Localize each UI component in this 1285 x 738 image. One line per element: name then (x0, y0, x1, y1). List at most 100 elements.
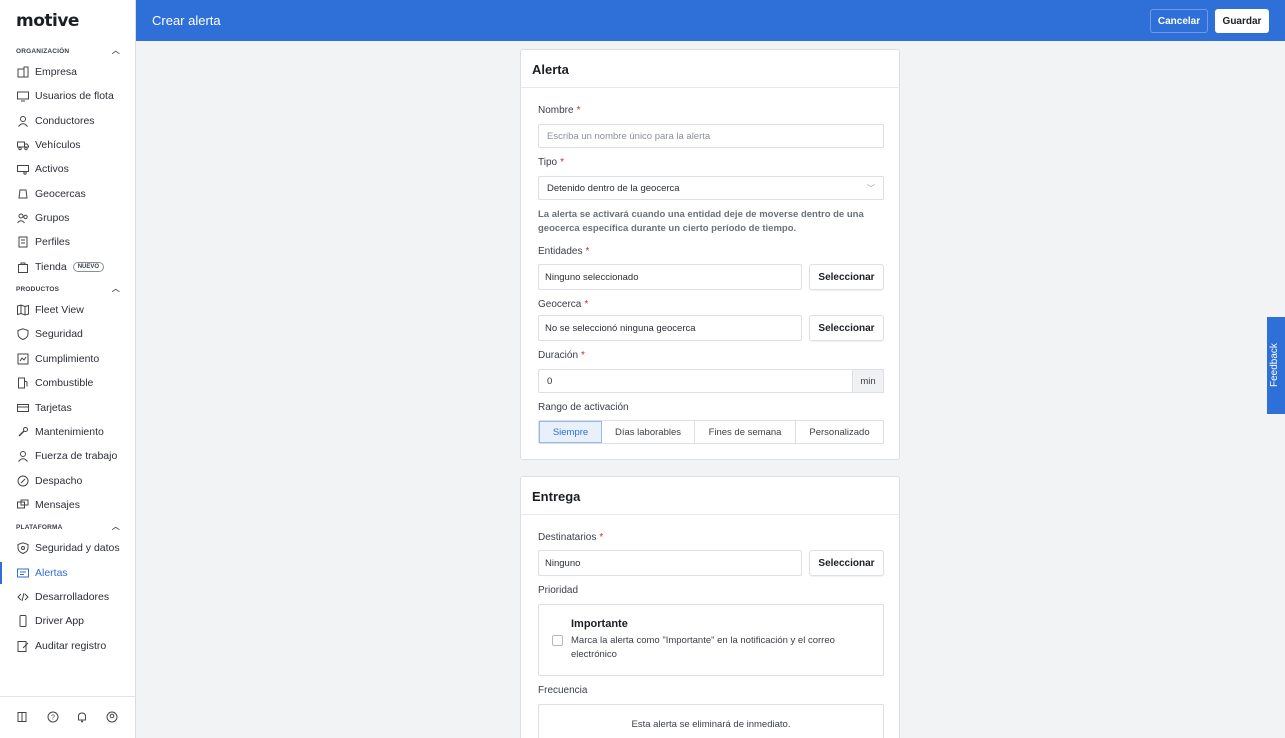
sidebar-item-desarrolladores[interactable]: Desarrolladores (0, 586, 135, 608)
sidebar-item-vehiculos[interactable]: Vehículos (0, 134, 135, 156)
duration-unit: min (852, 369, 884, 393)
sidebar-item-tienda[interactable]: Tienda NUEVO (0, 256, 135, 278)
sidebar-item-fuerza-trabajo[interactable]: Fuerza de trabajo (0, 445, 135, 467)
sidebar-item-alertas[interactable]: Alertas (0, 562, 135, 584)
range-option-fines-semana[interactable]: Fines de semana (695, 421, 796, 443)
sidebar-item-perfiles[interactable]: Perfiles (0, 231, 135, 253)
group-icon (17, 212, 29, 224)
sidebar-item-mantenimiento[interactable]: Mantenimiento (0, 421, 135, 443)
sidebar-item-label: Cumplimiento (35, 353, 100, 365)
priority-label: Prioridad (538, 585, 579, 596)
map-icon (17, 304, 29, 316)
sidebar-item-driver-app[interactable]: Driver App (0, 610, 135, 632)
range-option-dias-laborables[interactable]: Días laborables (602, 421, 695, 443)
sidebar-item-seguridad-datos[interactable]: Seguridad y datos (0, 537, 135, 559)
save-button[interactable]: Guardar (1215, 9, 1269, 33)
type-select[interactable]: Detenido dentro de la geocerca ﹀ (538, 176, 884, 200)
name-input[interactable]: Escriba un nombre único para la alerta (538, 124, 884, 148)
sidebar-item-geocercas[interactable]: Geocercas (0, 183, 135, 205)
sidebar-item-cumplimiento[interactable]: Cumplimiento (0, 348, 135, 370)
sidebar-item-label: Usuarios de flota (35, 90, 114, 102)
sidebar-item-label: Tarjetas (35, 402, 72, 414)
svg-text:?: ? (51, 715, 55, 722)
feedback-label: Feedback (1269, 343, 1280, 387)
important-description: Marca la alerta como "Importante" en la … (571, 635, 835, 660)
select-recipients-button[interactable]: Seleccionar (809, 550, 884, 576)
range-option-personalizado[interactable]: Personalizado (796, 421, 883, 443)
sidebar-item-grupos[interactable]: Grupos (0, 207, 135, 229)
important-title: Importante (571, 618, 628, 630)
priority-box: Importante Marca la alerta como "Importa… (538, 604, 884, 676)
sidebar-item-combustible[interactable]: Combustible (0, 372, 135, 394)
geofence-label: Geocerca * (538, 299, 589, 310)
sidebar-item-tarjetas[interactable]: Tarjetas (0, 397, 135, 419)
sidebar: motive ORGANIZACIÓN ︿ PRODUCTOS ︿ PLATAFOR… (0, 0, 136, 738)
sidebar-item-label: Desarrolladores (35, 591, 110, 603)
sidebar-item-mensajes[interactable]: Mensajes (0, 494, 135, 516)
account-icon[interactable] (106, 711, 118, 723)
geofence-field: No se seleccionó ninguna geocerca (538, 315, 802, 341)
shield-lock-icon (17, 542, 29, 554)
range-option-siempre[interactable]: Siempre (539, 421, 602, 443)
sidebar-item-label: Fuerza de trabajo (35, 450, 118, 462)
truck-icon (17, 139, 29, 151)
important-checkbox[interactable] (552, 635, 563, 646)
select-entities-button[interactable]: Seleccionar (809, 264, 884, 290)
section-plataforma[interactable]: PLATAFORMA ︿ (16, 522, 120, 531)
sidebar-item-label: Mensajes (35, 499, 80, 511)
sidebar-item-despacho[interactable]: Despacho (0, 470, 135, 492)
bell-icon[interactable] (76, 711, 88, 723)
shopping-bag-icon (17, 261, 29, 273)
sidebar-item-usuarios[interactable]: Usuarios de flota (0, 85, 135, 107)
chevron-up-icon: ︿ (111, 284, 120, 293)
duration-input[interactable]: 0 min (538, 369, 884, 393)
cancel-button[interactable]: Cancelar (1150, 9, 1208, 33)
sidebar-item-empresa[interactable]: Empresa (0, 61, 135, 83)
sidebar-item-label: Seguridad (35, 328, 83, 340)
section-label: PLATAFORMA (16, 524, 63, 531)
sidebar-item-auditar[interactable]: Auditar registro (0, 635, 135, 657)
sidebar-item-label: Alertas (35, 567, 68, 579)
sidebar-item-label: Auditar registro (35, 640, 107, 652)
trailer-icon (17, 163, 29, 175)
person-icon (17, 115, 29, 127)
compliance-icon (17, 353, 29, 365)
type-select-value: Detenido dentro de la geocerca (547, 183, 680, 194)
sidebar-item-fleet-view[interactable]: Fleet View (0, 299, 135, 321)
motive-logo[interactable]: motive (16, 11, 79, 31)
alert-icon (17, 567, 29, 579)
chevron-up-icon: ︿ (111, 522, 120, 531)
worker-icon (17, 450, 29, 462)
select-geofence-button[interactable]: Seleccionar (809, 315, 884, 341)
sidebar-item-label: Geocercas (35, 188, 86, 200)
top-header: Crear alerta (136, 0, 1285, 41)
recipients-label: Destinatarios * (538, 532, 604, 543)
card-title: Alerta (521, 50, 899, 88)
entities-label: Entidades * (538, 246, 590, 257)
sidebar-item-label: Driver App (35, 615, 85, 627)
sidebar-item-label: Tienda (35, 261, 67, 273)
sidebar-item-conductores[interactable]: Conductores (0, 110, 135, 132)
chevron-down-icon: ﹀ (867, 184, 875, 193)
type-label: Tipo * (538, 157, 564, 168)
section-organizacion[interactable]: ORGANIZACIÓN ︿ (16, 46, 120, 55)
fuel-icon (17, 377, 29, 389)
help-icon[interactable]: ? (47, 711, 59, 723)
activation-range-segmented: Siempre Días laborables Fines de semana … (538, 420, 884, 444)
feedback-tab[interactable]: Feedback (1267, 317, 1285, 414)
range-label: Rango de activación (538, 402, 629, 413)
section-label: ORGANIZACIÓN (16, 48, 70, 55)
library-icon[interactable] (17, 711, 29, 723)
sidebar-item-seguridad[interactable]: Seguridad (0, 323, 135, 345)
sidebar-item-activos[interactable]: Activos (0, 158, 135, 180)
alert-card: Alerta Nombre * Escriba un nombre único p… (520, 49, 900, 460)
sidebar-item-label: Vehículos (35, 139, 81, 151)
sidebar-item-label: Seguridad y datos (35, 542, 120, 554)
name-label: Nombre * (538, 105, 581, 116)
section-label: PRODUCTOS (16, 286, 60, 293)
sidebar-item-label: Fleet View (35, 304, 84, 316)
monitor-icon (17, 90, 29, 102)
sidebar-footer: ? (0, 696, 135, 738)
section-productos[interactable]: PRODUCTOS ︿ (16, 284, 120, 293)
entities-field: Ninguno seleccionado (538, 264, 802, 290)
